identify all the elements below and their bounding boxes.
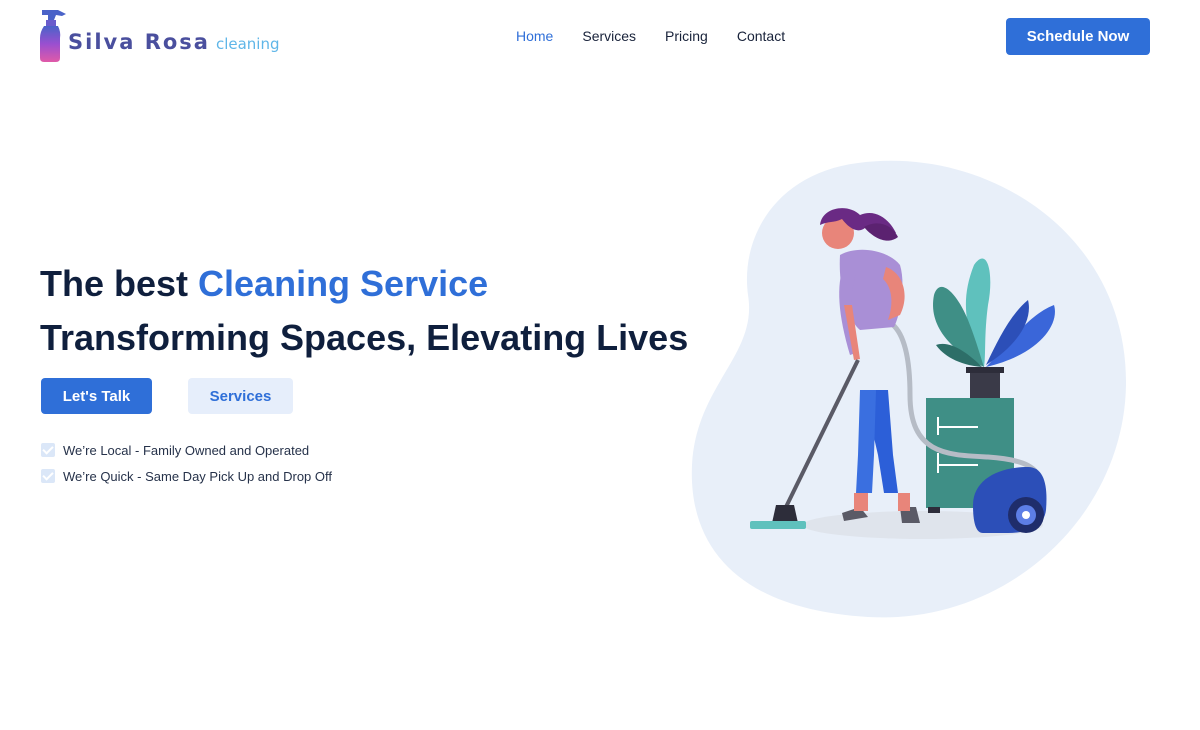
brand-subtitle: cleaning xyxy=(215,35,280,53)
feature-item: We’re Quick - Same Day Pick Up and Drop … xyxy=(41,463,332,489)
hero-title-highlight: Cleaning Service xyxy=(198,263,489,304)
nav-pricing[interactable]: Pricing xyxy=(665,28,708,44)
vacuum-nozzle xyxy=(772,505,798,523)
feature-item: We’re Local - Family Owned and Operated xyxy=(41,437,332,463)
site-header: Silva Rosa cleaning Home Services Pricin… xyxy=(0,0,1200,74)
feature-list: We’re Local - Family Owned and Operated … xyxy=(41,437,332,489)
brand-name: Silva Rosa xyxy=(68,30,210,54)
hero-title: The best Cleaning Service xyxy=(40,262,488,306)
lets-talk-button[interactable]: Let's Talk xyxy=(41,378,152,414)
nav-services[interactable]: Services xyxy=(582,28,636,44)
checkbox-check-icon xyxy=(41,469,55,483)
nav-contact[interactable]: Contact xyxy=(737,28,785,44)
services-button[interactable]: Services xyxy=(188,378,293,414)
feature-text: We’re Quick - Same Day Pick Up and Drop … xyxy=(63,468,333,484)
nav-home[interactable]: Home xyxy=(516,28,553,44)
checkbox-check-icon xyxy=(41,443,55,457)
hero-subtitle: Transforming Spaces, Elevating Lives xyxy=(40,317,689,358)
spray-bottle-icon xyxy=(40,10,66,62)
hero-title-prefix: The best xyxy=(40,263,199,304)
main-nav: Home Services Pricing Contact xyxy=(516,28,785,44)
cleaning-woman-illustration xyxy=(691,160,1127,618)
feature-text: We’re Local - Family Owned and Operated xyxy=(63,442,310,458)
schedule-now-button[interactable]: Schedule Now xyxy=(1006,18,1150,55)
brand-logo[interactable]: Silva Rosa cleaning xyxy=(38,8,280,62)
